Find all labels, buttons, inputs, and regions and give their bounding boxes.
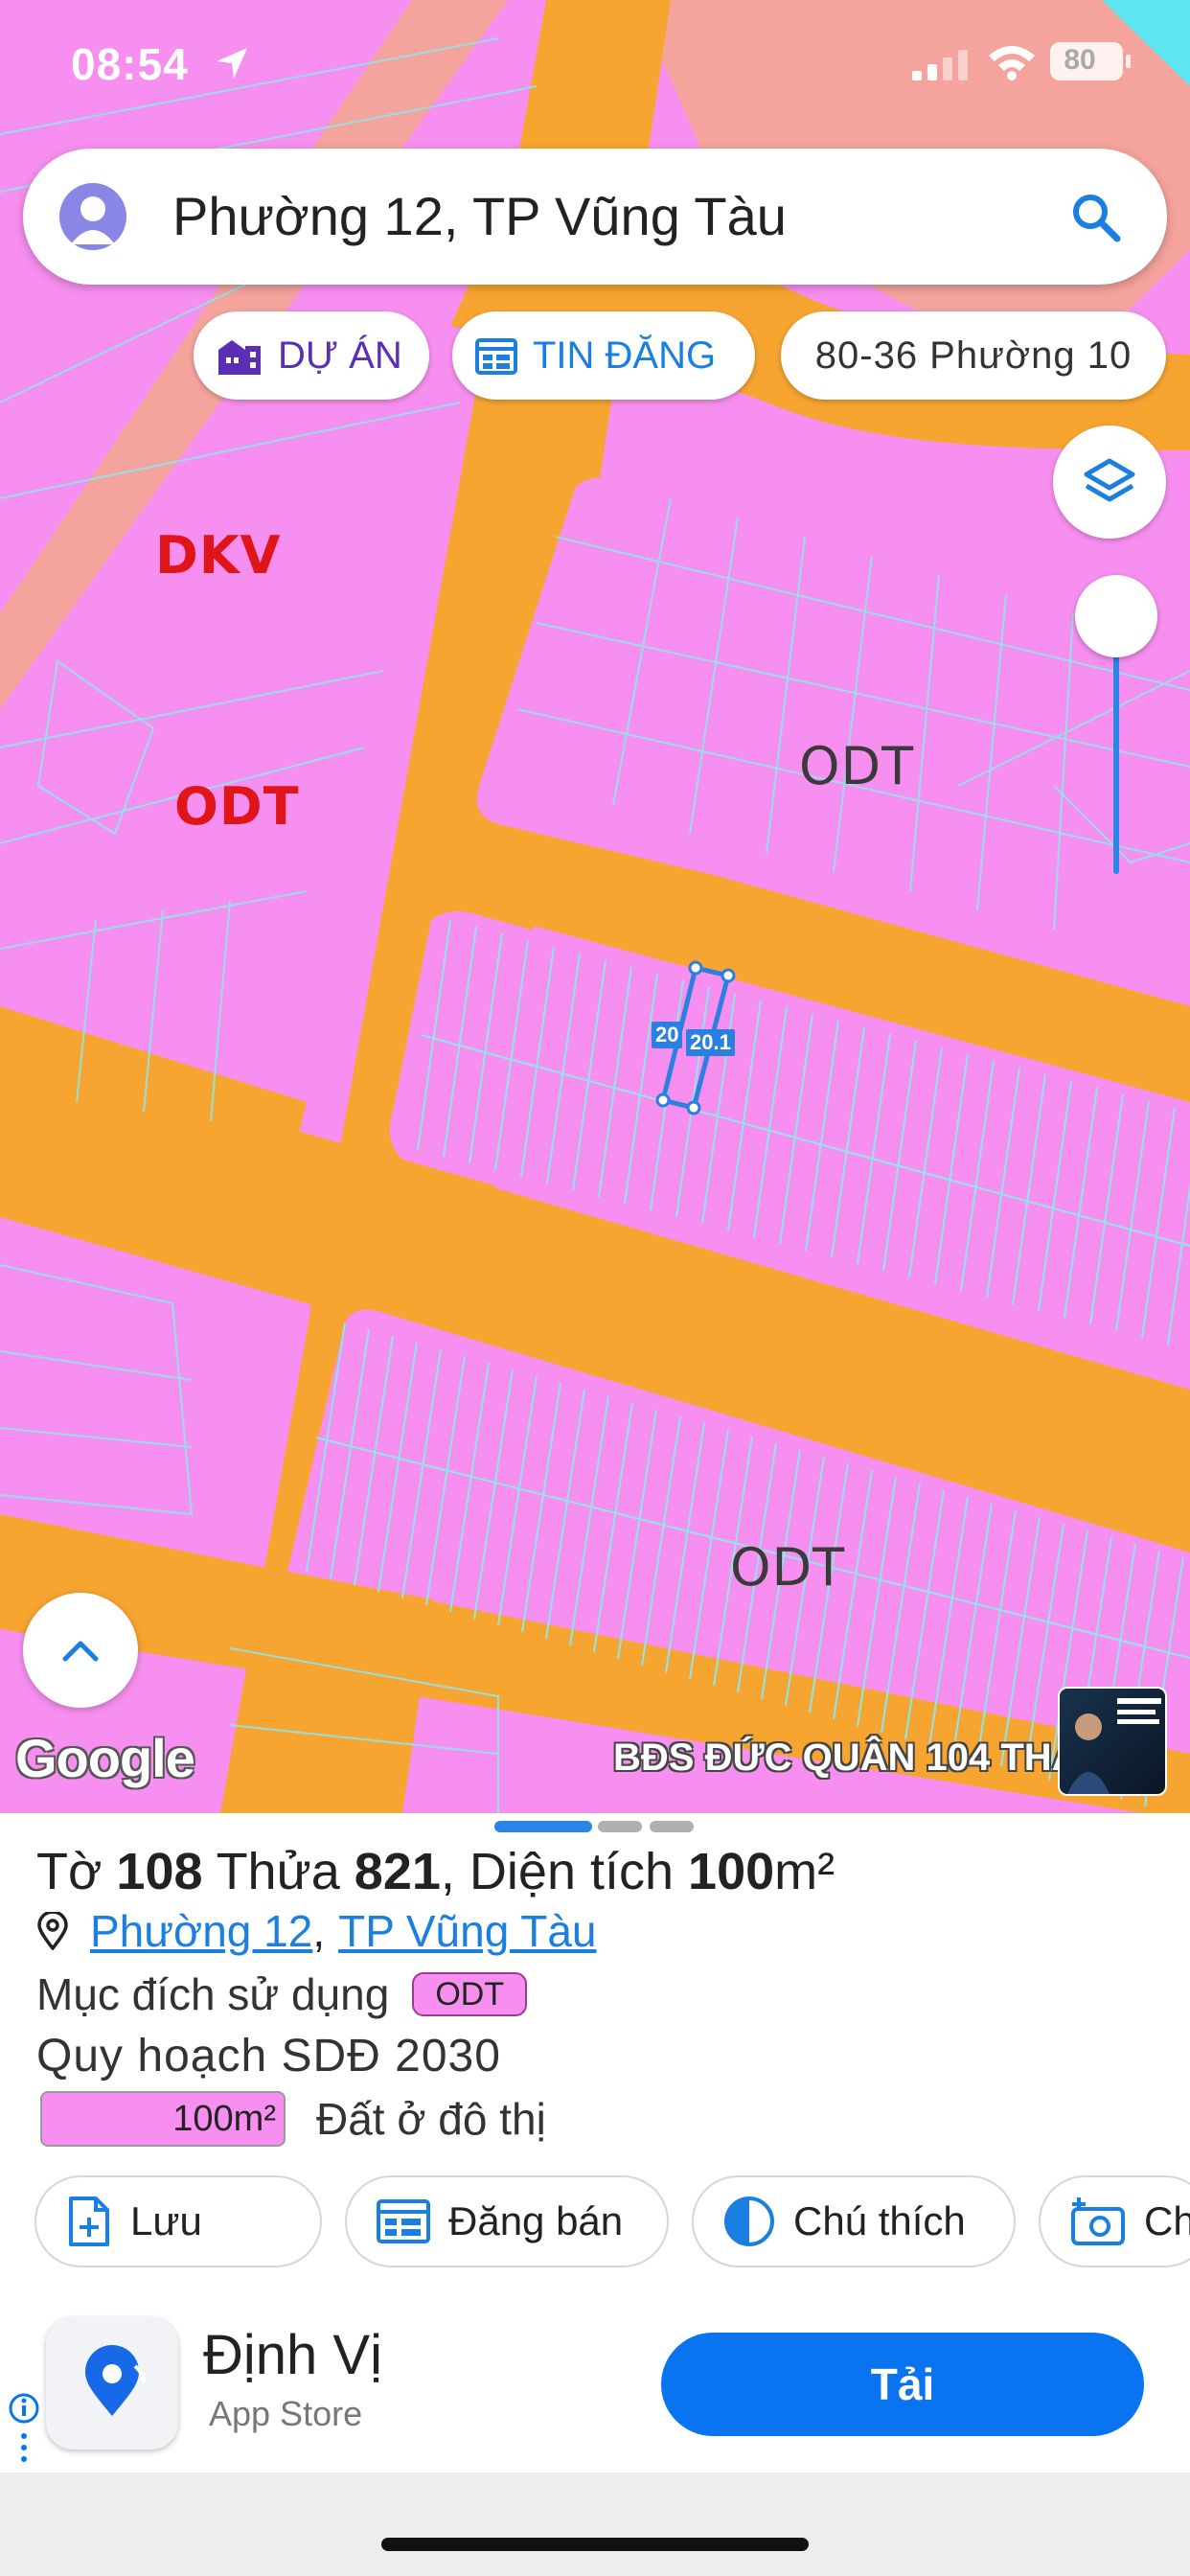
status-bar: 08:54 80 — [0, 0, 1190, 134]
save-label: Lưu — [130, 2198, 202, 2243]
cellular-signal-icon — [912, 50, 968, 80]
battery-icon: 80 — [1050, 42, 1131, 80]
parcel-location: Phường 12, TP Vũng Tàu — [36, 1905, 597, 1957]
location-separator: , — [312, 1906, 326, 1956]
ward-link[interactable]: Phường 12 — [90, 1905, 312, 1957]
legend-button[interactable]: Chú thích — [692, 2175, 1016, 2267]
zone-label-odt-top-right: ODT — [799, 736, 915, 796]
chip-address-label: 80-36 Phường 10 — [814, 334, 1133, 377]
zone-label-odt-bottom: ODT — [730, 1537, 846, 1598]
purpose-code-badge: ODT — [412, 1972, 528, 2016]
plan-legend-text: Đất ở đô thị — [316, 2094, 546, 2144]
land-use-purpose: Mục đích sử dụng ODT — [36, 1968, 528, 2020]
person-photo-icon — [1066, 1698, 1161, 1794]
plan-legend-swatch: 100m² — [40, 2091, 286, 2147]
to-number: 108 — [116, 1843, 203, 1900]
sell-button[interactable]: Đăng bán — [345, 2175, 669, 2267]
layers-icon — [1084, 458, 1135, 502]
area-value: 100 — [688, 1843, 775, 1900]
home-indicator-area — [0, 2472, 1190, 2576]
label-to: Tờ — [36, 1843, 103, 1900]
search-bar[interactable]: Phường 12, TP Vũng Tàu — [23, 149, 1167, 285]
city-link[interactable]: TP Vũng Tàu — [338, 1905, 596, 1957]
search-query[interactable]: Phường 12, TP Vũng Tàu — [172, 185, 787, 247]
chip-tin-dang-label: TIN ĐĂNG — [533, 334, 717, 377]
chip-du-an-label: DỰ ÁN — [278, 334, 402, 377]
save-button[interactable]: Lưu — [34, 2175, 322, 2267]
camera-add-icon — [1071, 2197, 1125, 2245]
area-unit: m² — [774, 1843, 835, 1900]
sheet-pager-dot[interactable] — [598, 1821, 642, 1832]
ad-subtitle: App Store — [209, 2394, 363, 2433]
photo-button[interactable]: Ch — [1039, 2175, 1190, 2267]
purpose-label: Mục đích sử dụng — [36, 1969, 390, 2019]
location-pin-icon — [37, 1912, 68, 1950]
location-pin-icon — [85, 2345, 147, 2416]
ad-install-button[interactable]: Tải — [661, 2333, 1144, 2436]
label-area: Diện tích — [469, 1843, 675, 1900]
listing-icon — [475, 338, 517, 375]
parcel-dimension-left: 20 — [652, 1022, 683, 1048]
sell-label: Đăng bán — [448, 2198, 624, 2243]
file-add-icon — [69, 2196, 109, 2246]
zone-label-dkv: DKV — [155, 525, 282, 586]
summary-comma: , — [440, 1843, 455, 1900]
map-watermark: BĐS ĐỨC QUÂN 104 THA — [613, 1736, 1080, 1779]
parcel-dimension-right: 20.1 — [686, 1029, 735, 1056]
parcel-summary: Tờ 108 Thửa 821, Diện tích 100m² — [36, 1842, 835, 1901]
search-icon[interactable] — [1069, 191, 1123, 244]
legend-label: Chú thích — [793, 2198, 966, 2243]
user-icon — [71, 196, 115, 244]
map-view[interactable]: DKV ODT ODT ODT 20 20.1 08:54 80 Phường … — [0, 0, 1190, 1813]
zoom-slider-handle[interactable] — [1075, 575, 1157, 657]
expand-up-button[interactable] — [23, 1593, 138, 1708]
chevron-up-icon — [62, 1641, 99, 1662]
chip-tin-dang[interactable]: TIN ĐĂNG — [452, 311, 755, 400]
plan-title: Quy hoạch SDĐ 2030 — [36, 2031, 501, 2082]
thua-number: 821 — [354, 1843, 441, 1900]
ad-app-icon[interactable] — [46, 2317, 178, 2450]
ad-title[interactable]: Định Vị — [203, 2323, 382, 2387]
sheet-pager-dot[interactable] — [650, 1821, 694, 1832]
photo-label: Ch — [1144, 2198, 1190, 2243]
layers-button[interactable] — [1053, 426, 1166, 539]
wifi-icon — [989, 46, 1035, 80]
listing-icon — [377, 2199, 430, 2243]
avatar[interactable] — [59, 183, 126, 250]
chip-address[interactable]: 80-36 Phường 10 — [781, 311, 1166, 400]
label-thua: Thửa — [216, 1843, 340, 1900]
ad-info-icon[interactable] — [8, 2392, 40, 2469]
contrast-icon — [724, 2196, 774, 2246]
status-time: 08:54 — [71, 39, 189, 89]
google-logo: Google — [15, 1728, 195, 1788]
home-indicator[interactable] — [381, 2538, 809, 2551]
sheet-pager-active[interactable] — [494, 1821, 592, 1832]
location-arrow-icon — [217, 48, 247, 79]
advert-thumbnail[interactable] — [1058, 1687, 1167, 1796]
buildings-icon — [218, 340, 261, 375]
battery-level: 80 — [1064, 44, 1096, 76]
chip-du-an[interactable]: DỰ ÁN — [194, 311, 429, 400]
zone-label-odt-left: ODT — [174, 776, 300, 837]
